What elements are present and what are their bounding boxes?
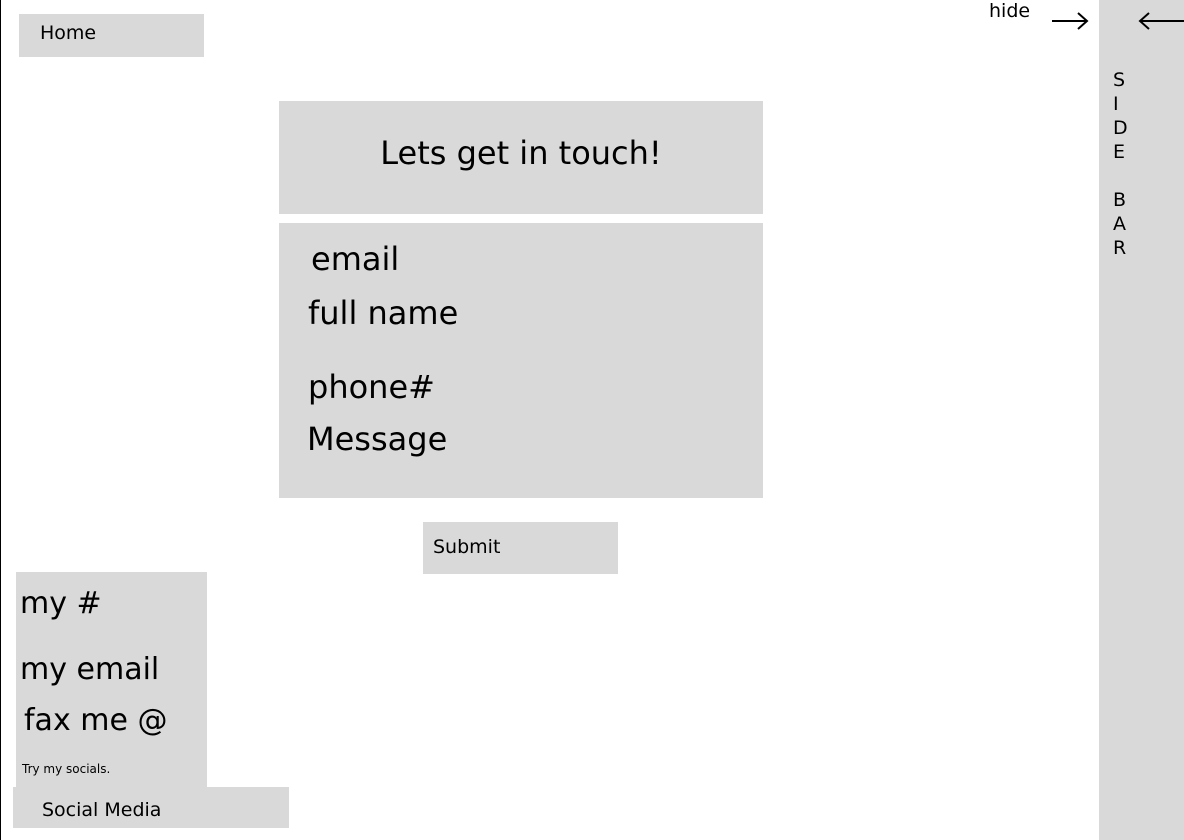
sidebar-letter: E (1113, 141, 1126, 163)
page-left-border (0, 0, 1, 840)
hide-sidebar-link[interactable]: hide (989, 2, 1030, 21)
social-media-label: Social Media (42, 799, 162, 821)
sidebar-letter: B (1113, 189, 1127, 211)
message-field[interactable]: Message (307, 423, 447, 455)
full-name-field[interactable]: full name (308, 297, 458, 329)
home-label: Home (40, 22, 97, 44)
submit-label: Submit (433, 536, 501, 558)
contact-info-panel: my # my email fax me @ Try my socials. (16, 572, 207, 787)
fax-text: fax me @ (24, 703, 168, 738)
my-number-text: my # (20, 586, 102, 621)
contact-form: email full name phone# Message (279, 223, 763, 498)
socials-note: Try my socials. (22, 762, 111, 776)
sidebar-letter: D (1113, 117, 1128, 139)
home-button[interactable]: Home (19, 14, 204, 57)
arrow-left-icon[interactable] (1137, 10, 1184, 32)
sidebar: S I D E B A R (1099, 0, 1184, 840)
sidebar-title: S I D E B A R (1113, 68, 1137, 260)
arrow-right-icon[interactable] (1050, 10, 1090, 32)
social-media-button[interactable]: Social Media (13, 787, 289, 828)
sidebar-letter: R (1113, 237, 1127, 259)
contact-title-panel: Lets get in touch! (279, 101, 763, 214)
contact-title: Lets get in touch! (380, 134, 662, 172)
sidebar-letter: I (1113, 93, 1119, 115)
my-email-text: my email (20, 652, 160, 687)
email-field[interactable]: email (311, 243, 399, 275)
submit-button[interactable]: Submit (423, 522, 618, 574)
sidebar-letter: A (1113, 213, 1126, 235)
sidebar-letter-gap (1113, 164, 1137, 188)
sidebar-letter: S (1113, 69, 1126, 91)
phone-field[interactable]: phone# (308, 371, 435, 403)
